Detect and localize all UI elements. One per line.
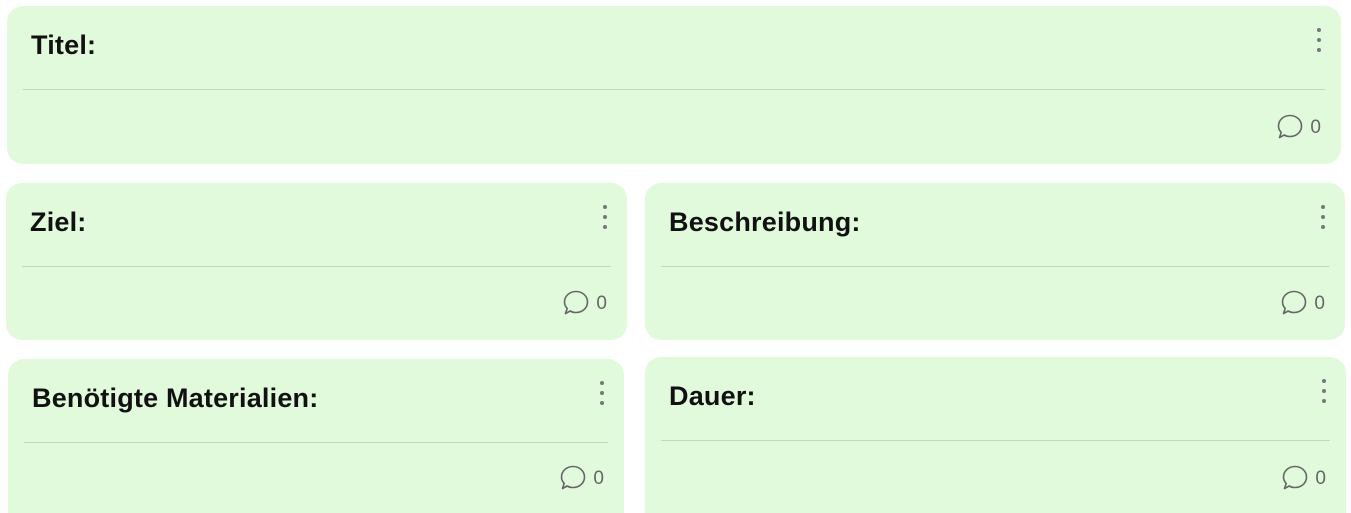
comments-button[interactable]: 0: [1275, 112, 1321, 142]
comment-icon: [558, 463, 588, 493]
comments-button[interactable]: 0: [1280, 463, 1326, 493]
more-options-icon[interactable]: [597, 203, 613, 231]
comment-icon: [1280, 463, 1310, 493]
card-materialien[interactable]: Benötigte Materialien: 0: [8, 359, 624, 513]
more-options-icon[interactable]: [594, 379, 610, 407]
card-dauer[interactable]: Dauer: 0: [645, 357, 1346, 513]
comment-count: 0: [1310, 116, 1321, 138]
comment-count: 0: [593, 467, 604, 489]
comments-button[interactable]: 0: [561, 288, 607, 318]
comment-count: 0: [596, 292, 607, 314]
comment-count: 0: [1314, 292, 1325, 314]
more-options-icon[interactable]: [1315, 203, 1331, 231]
divider: [23, 89, 1325, 90]
more-options-icon[interactable]: [1311, 26, 1327, 54]
card-title: Ziel:: [30, 207, 87, 237]
card-titel[interactable]: Titel: 0: [7, 6, 1341, 164]
more-options-icon[interactable]: [1316, 377, 1332, 405]
divider: [661, 440, 1330, 441]
comment-icon: [1279, 288, 1309, 318]
divider: [22, 266, 611, 267]
comment-count: 0: [1315, 467, 1326, 489]
card-ziel[interactable]: Ziel: 0: [6, 183, 627, 340]
card-title: Titel:: [31, 30, 97, 60]
divider: [24, 442, 608, 443]
comment-icon: [561, 288, 591, 318]
comments-button[interactable]: 0: [1279, 288, 1325, 318]
divider: [661, 266, 1329, 267]
card-title: Beschreibung:: [669, 207, 861, 237]
comments-button[interactable]: 0: [558, 463, 604, 493]
card-title: Dauer:: [669, 381, 756, 411]
card-title: Benötigte Materialien:: [32, 383, 319, 413]
card-beschreibung[interactable]: Beschreibung: 0: [645, 183, 1345, 340]
comment-icon: [1275, 112, 1305, 142]
